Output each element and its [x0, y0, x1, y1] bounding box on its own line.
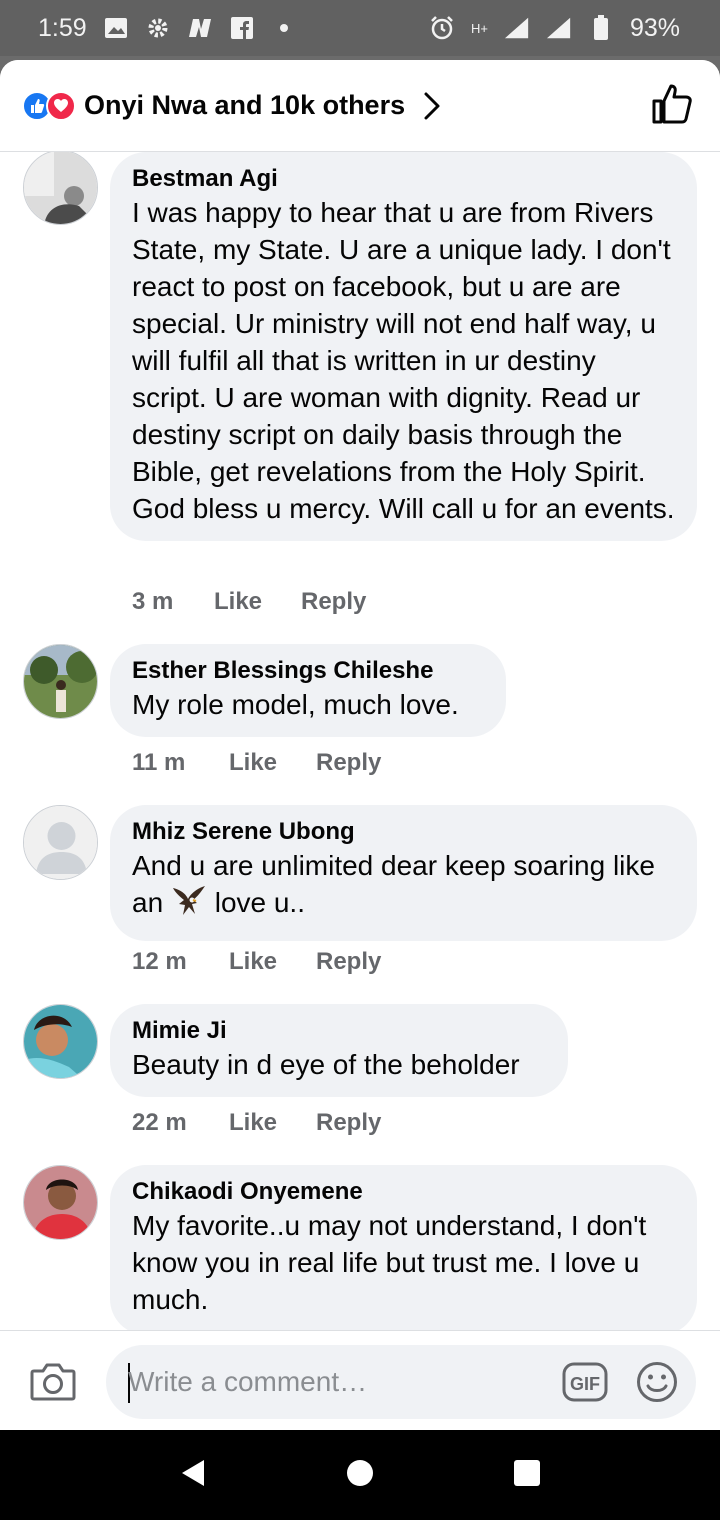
- comment-author[interactable]: Mimie Ji: [132, 1016, 546, 1046]
- alarm-icon: [429, 15, 455, 41]
- comment-text: My role model, much love.: [132, 689, 459, 720]
- avatar[interactable]: [23, 805, 98, 880]
- status-bar: 1:59 H+ 93%: [0, 0, 720, 56]
- avatar[interactable]: [23, 1004, 98, 1079]
- like-comment-button[interactable]: Like: [229, 749, 316, 777]
- comment-list[interactable]: Bestman Agi I was happy to hear that u a…: [0, 152, 720, 1332]
- home-button[interactable]: [345, 1458, 375, 1493]
- eagle-emoji-icon: [171, 884, 207, 927]
- battery-icon: [588, 15, 614, 41]
- reply-button[interactable]: Reply: [316, 749, 381, 777]
- gif-label: GIF: [570, 1374, 600, 1394]
- image-icon: [103, 15, 129, 41]
- reply-button[interactable]: Reply: [301, 588, 366, 616]
- comment-bubble[interactable]: Mimie Ji Beauty in d eye of the beholder: [110, 1004, 568, 1097]
- network-type: H+: [470, 20, 488, 36]
- comment-actions: 22 m Like Reply: [132, 1109, 381, 1137]
- signal-icon: [504, 15, 530, 41]
- comment-time: 22 m: [132, 1109, 187, 1136]
- comment-bubble[interactable]: Esther Blessings Chileshe My role model,…: [110, 644, 506, 737]
- comment-input-wrapper[interactable]: GIF: [106, 1345, 696, 1419]
- avatar[interactable]: [23, 152, 98, 225]
- reactors-summary[interactable]: Onyi Nwa and 10k others: [84, 90, 405, 121]
- comment-actions: 11 m Like Reply: [132, 749, 381, 777]
- n-icon: [187, 15, 213, 41]
- camera-button[interactable]: [30, 1361, 76, 1406]
- comment-text: And u are unlimited dear keep soaring li…: [132, 847, 675, 927]
- signal-icon-2: [546, 15, 572, 41]
- recents-button[interactable]: [512, 1458, 542, 1493]
- comment-bubble[interactable]: Bestman Agi I was happy to hear that u a…: [110, 152, 697, 541]
- like-comment-button[interactable]: Like: [229, 948, 316, 976]
- comment-author[interactable]: Chikaodi Onyemene: [132, 1177, 675, 1207]
- comment-text: My favorite..u may not understand, I don…: [132, 1210, 647, 1315]
- comment-actions: 3 m Like Reply: [132, 588, 366, 616]
- like-comment-button[interactable]: Like: [214, 588, 301, 616]
- comment-composer: GIF: [0, 1330, 720, 1430]
- comment-bubble[interactable]: Chikaodi Onyemene My favorite..u may not…: [110, 1165, 697, 1332]
- comment-author[interactable]: Bestman Agi: [132, 164, 675, 194]
- comments-sheet: Onyi Nwa and 10k others Bestman Agi I wa…: [0, 60, 720, 1430]
- comment-text: Beauty in d eye of the beholder: [132, 1049, 520, 1080]
- facebook-icon: [229, 15, 255, 41]
- battery-percent: 93%: [629, 13, 680, 42]
- reactions-header[interactable]: Onyi Nwa and 10k others: [0, 60, 720, 152]
- comment-actions: 12 m Like Reply: [132, 948, 381, 976]
- love-reaction-icon: [46, 90, 76, 121]
- comment-time: 3 m: [132, 588, 174, 615]
- like-post-button[interactable]: [650, 82, 694, 131]
- system-nav-bar: [0, 1430, 720, 1520]
- status-time: 1:59: [38, 13, 87, 42]
- comment-input[interactable]: [128, 1357, 548, 1407]
- like-comment-button[interactable]: Like: [229, 1109, 316, 1137]
- reaction-icons: [22, 90, 76, 121]
- reply-button[interactable]: Reply: [316, 1109, 381, 1137]
- comment-author[interactable]: Mhiz Serene Ubong: [132, 817, 675, 847]
- emoji-button[interactable]: [636, 1361, 678, 1408]
- avatar[interactable]: [23, 644, 98, 719]
- comment-time: 11 m: [132, 749, 186, 776]
- comment-text-part: love u..: [214, 887, 305, 918]
- reply-button[interactable]: Reply: [316, 948, 381, 976]
- comment-text-part: And u are unlimited dear keep soaring li…: [132, 850, 655, 918]
- comment-text: I was happy to hear that u are from Rive…: [132, 197, 675, 524]
- comment-time: 12 m: [132, 948, 187, 975]
- gear-icon: [145, 15, 171, 41]
- gif-button[interactable]: GIF: [562, 1362, 608, 1407]
- dot-icon: [271, 15, 297, 41]
- avatar[interactable]: [23, 1165, 98, 1240]
- comment-bubble[interactable]: Mhiz Serene Ubong And u are unlimited de…: [110, 805, 697, 941]
- comment-author[interactable]: Esther Blessings Chileshe: [132, 656, 484, 686]
- back-button[interactable]: [178, 1457, 208, 1494]
- chevron-right-icon[interactable]: [423, 91, 441, 121]
